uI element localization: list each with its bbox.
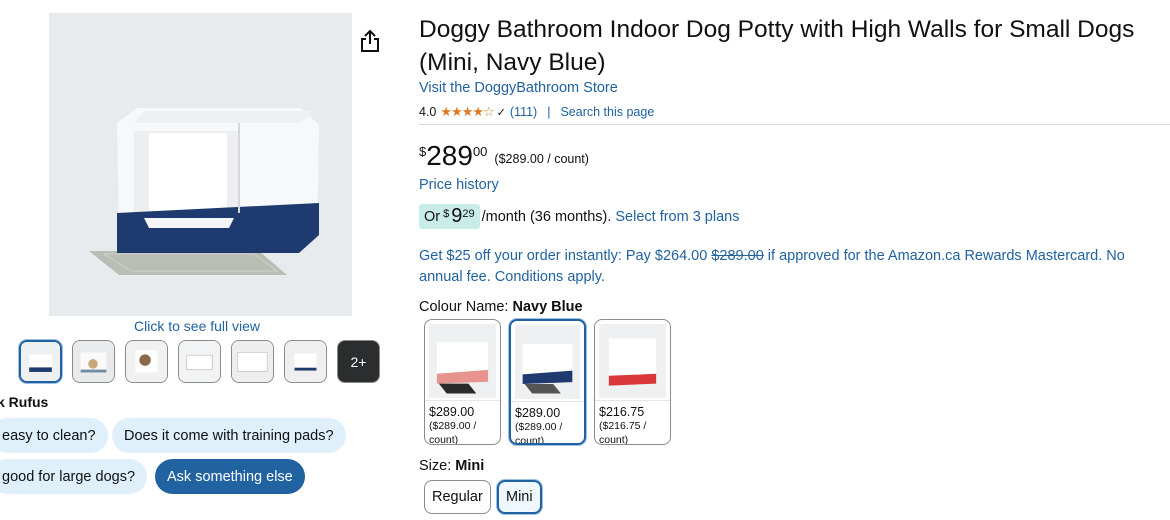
star-icon[interactable]: ★★★★☆ <box>440 104 494 120</box>
main-product-image[interactable] <box>49 13 352 316</box>
price-symbol: $ <box>419 144 427 159</box>
installment-prefix: Or <box>424 208 441 225</box>
thumbnail-6[interactable] <box>284 340 327 383</box>
search-page-link[interactable]: Search this page <box>560 105 654 119</box>
installment-symbol: $ <box>443 207 450 220</box>
swatch-image <box>599 324 666 398</box>
thumbnail-strip: 2+ <box>19 340 380 383</box>
installment-row: Or $ 9 29 /month (36 months). Select fro… <box>419 204 739 229</box>
colour-label-text: Colour Name: <box>419 299 509 315</box>
product-title: Doggy Bathroom Indoor Dog Potty with Hig… <box>419 16 1135 76</box>
colour-swatch-2[interactable]: $289.00 ($289.00 / count) <box>509 319 586 445</box>
rufus-chip-training-pads[interactable]: Does it come with training pads? <box>112 418 346 453</box>
swatch-per-unit: ($289.00 / <box>429 420 477 432</box>
swatch-price: $289.00 <box>425 400 500 419</box>
size-selected: Mini <box>455 458 485 474</box>
thumbnail-3[interactable] <box>125 340 168 383</box>
rufus-chip-large-dogs[interactable]: good for large dogs? <box>0 459 148 494</box>
product-photo <box>49 13 352 316</box>
size-label: Size: Mini <box>419 458 484 474</box>
rufus-label: k Rufus <box>0 394 49 410</box>
full-view-link[interactable]: Click to see full view <box>134 318 260 334</box>
divider <box>419 124 1170 125</box>
card-promo-link[interactable]: Get $25 off your order instantly: Pay $2… <box>419 246 1149 288</box>
swatch-image <box>429 324 496 398</box>
unit-price: ($289.00 / count) <box>494 152 589 166</box>
swatch-per-unit: ($216.75 / <box>599 420 647 432</box>
share-icon[interactable] <box>358 28 382 54</box>
rating-row: 4.0 ★★★★☆ ✓ (111) | Search this page <box>419 104 654 120</box>
size-option-regular[interactable]: Regular <box>424 480 491 514</box>
swatch-per-unit-2: count) <box>599 434 629 445</box>
promo-struck-price: $289.00 <box>711 248 764 264</box>
promo-text-before: Get $25 off your order instantly: Pay $2… <box>419 248 712 264</box>
colour-label: Colour Name: Navy Blue <box>419 299 583 315</box>
size-option-mini[interactable]: Mini <box>497 480 542 514</box>
price-fraction: 00 <box>472 144 488 159</box>
swatch-price: $216.75 <box>595 400 670 419</box>
rating-count-link[interactable]: (111) <box>510 105 537 119</box>
store-link[interactable]: Visit the DoggyBathroom Store <box>419 80 618 96</box>
colour-selected: Navy Blue <box>512 299 583 315</box>
more-images-button[interactable]: 2+ <box>337 340 380 383</box>
swatch-per-unit: ($289.00 / <box>515 421 563 433</box>
price-block: $ 289 00 ($289.00 / count) <box>419 140 589 172</box>
rufus-chip-easy-clean[interactable]: easy to clean? <box>0 418 108 453</box>
thumbnail-2[interactable] <box>72 340 115 383</box>
select-plans-link[interactable]: Select from 3 plans <box>615 209 739 225</box>
swatch-per-unit-2: count) <box>429 434 459 445</box>
price-whole: 289 <box>426 140 473 171</box>
swatch-image <box>515 325 580 399</box>
rufus-ask-something-else-button[interactable]: Ask something else <box>155 459 305 494</box>
swatch-per-unit-2: count) <box>515 435 545 445</box>
chevron-down-icon[interactable]: ✓ <box>497 106 506 119</box>
installment-badge: Or $ 9 29 <box>419 204 480 229</box>
rating-separator: | <box>547 105 551 119</box>
colour-swatch-3[interactable]: $216.75 ($216.75 / count) <box>594 319 671 445</box>
size-label-text: Size: <box>419 458 452 474</box>
swatch-price: $289.00 <box>511 401 584 420</box>
colour-swatch-1[interactable]: $289.00 ($289.00 / count) <box>424 319 501 445</box>
installment-text: /month (36 months). <box>481 208 612 225</box>
rating-value: 4.0 <box>419 105 437 119</box>
installment-fraction: 29 <box>462 207 475 220</box>
installment-whole: 9 <box>451 205 463 227</box>
thumbnail-4[interactable] <box>178 340 221 383</box>
thumbnail-1[interactable] <box>19 340 62 383</box>
price-history-link[interactable]: Price history <box>419 177 499 193</box>
thumbnail-5[interactable] <box>231 340 274 383</box>
